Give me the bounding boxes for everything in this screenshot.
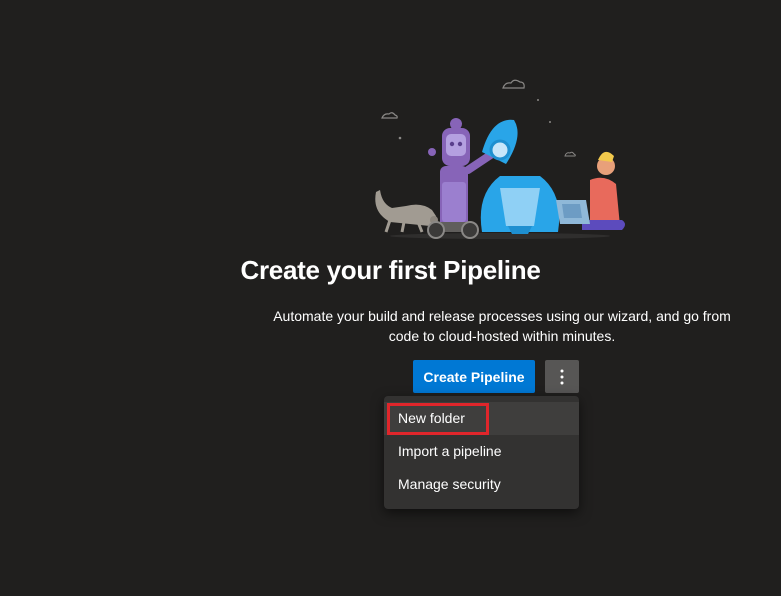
pipeline-illustration-icon bbox=[375, 79, 625, 239]
menu-item-manage-security[interactable]: Manage security bbox=[384, 468, 579, 501]
more-vertical-icon bbox=[560, 369, 564, 384]
menu-item-label: Import a pipeline bbox=[398, 443, 502, 459]
menu-item-label: Manage security bbox=[398, 476, 501, 492]
page-description: Automate your build and release processe… bbox=[273, 308, 731, 344]
more-actions-button[interactable] bbox=[545, 360, 579, 393]
create-pipeline-button[interactable]: Create Pipeline bbox=[413, 360, 535, 393]
pipelines-empty-page: Create your first Pipeline Automate your… bbox=[0, 0, 781, 596]
menu-item-label: New folder bbox=[398, 410, 465, 426]
more-actions-menu: New folder Import a pipeline Manage secu… bbox=[384, 396, 579, 509]
page-title: Create your first Pipeline bbox=[240, 255, 541, 285]
menu-item-import-pipeline[interactable]: Import a pipeline bbox=[384, 435, 579, 468]
menu-item-new-folder[interactable]: New folder bbox=[384, 402, 579, 435]
